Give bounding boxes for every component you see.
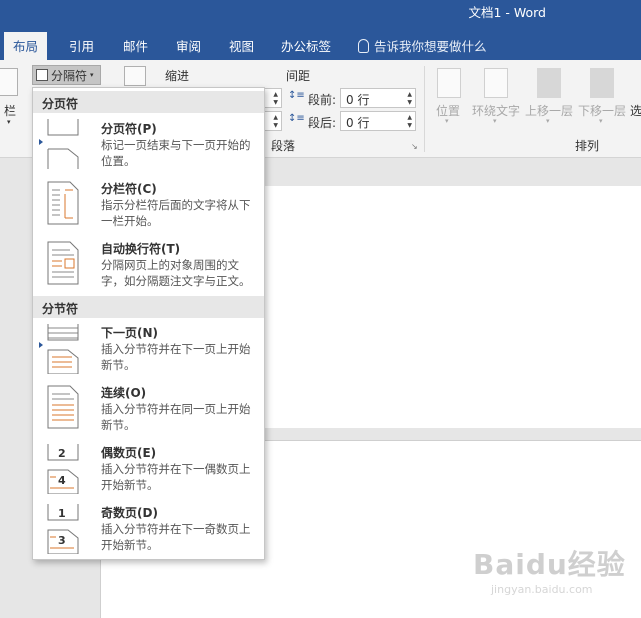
chevron-down-icon: ▾ [90,71,94,79]
indent-label: 缩进 [165,69,190,83]
columns-icon[interactable] [0,68,18,96]
space-before-label: 段前: [308,93,337,107]
menu-item-page-break[interactable]: 分页符(P) 标记一页结束与下一页开始的位置。 [33,115,264,175]
menu-item-title: 连续(O) [101,386,147,400]
breaks-label: 分隔符 [51,68,88,83]
menu-item-title: 分页符(P) [101,122,157,136]
menu-item-title: 偶数页(E) [101,446,157,460]
text-wrapping-icon [47,241,79,285]
menu-item-description: 插入分节符并在下一页上开始新节。 [101,342,251,372]
position-icon[interactable] [437,68,461,98]
send-backward-icon[interactable] [590,68,614,98]
tab-layout[interactable]: 布局 [4,32,48,60]
space-after-input[interactable]: 0 行 ▲ ▼ [340,111,416,131]
chevron-down-icon: ▾ [599,117,603,125]
breaks-icon [36,69,48,81]
arrange-group-label: 排列 [575,139,600,153]
menu-item-odd-page[interactable]: 1 3 奇数页(D) 插入分节符并在下一奇数页上开始新节。 [33,500,264,560]
odd-page-icon: 1 3 [47,504,79,554]
column-break-icon [47,181,79,225]
space-before-input[interactable]: 0 行 ▲ ▼ [340,88,416,108]
line-numbers-icon[interactable] [124,66,146,86]
tell-me-box[interactable]: 告诉我你想要做什么 [358,36,487,55]
even-page-icon: 2 4 [47,444,79,494]
lightbulb-icon [358,38,369,53]
section-breaks-header: 分节符 [33,296,264,318]
ribbon-tab-row: 布局 引用 邮件 审阅 视图 办公标签 告诉我你想要做什么 [0,28,641,60]
chevron-down-icon: ▾ [7,118,11,126]
page-break-icon [47,119,79,169]
svg-text:3: 3 [58,534,66,547]
chevron-down-icon: ▾ [493,117,497,125]
menu-item-title: 分栏符(C) [101,182,157,196]
chevron-down-icon: ▾ [546,117,550,125]
watermark-text: Baidu经验 [473,548,626,581]
menu-item-title: 奇数页(D) [101,506,158,520]
space-after-value: 0 行 [346,116,370,130]
down-arrow-icon[interactable]: ▼ [407,122,412,129]
tab-mailings[interactable]: 邮件 [123,36,148,55]
continuous-icon [47,385,79,429]
paragraph-group-label: 段落 [271,139,296,153]
tab-review[interactable]: 审阅 [176,36,201,55]
bring-forward-icon[interactable] [537,68,561,98]
wrap-text-icon[interactable] [484,68,508,98]
menu-item-text-wrapping[interactable]: 自动换行符(T) 分隔网页上的对象周围的文字，如分隔题注文字与正文。 [33,235,264,295]
dialog-launcher-icon[interactable]: ↘ [411,142,418,151]
menu-item-column-break[interactable]: 分栏符(C) 指示分栏符后面的文字将从下一栏开始。 [33,175,264,235]
menu-item-description: 插入分节符并在下一奇数页上开始新节。 [101,522,251,552]
breaks-button[interactable]: 分隔符 ▾ [32,65,101,85]
tab-view[interactable]: 视图 [229,36,254,55]
svg-text:2: 2 [58,447,66,460]
up-arrow-icon[interactable]: ▲ [407,91,412,98]
columns-label[interactable]: 栏 [4,102,16,119]
marker-arrow-icon [39,139,43,145]
up-arrow-icon[interactable]: ▲ [407,114,412,121]
marker-arrow-icon [39,342,43,348]
menu-item-description: 插入分节符并在同一页上开始新节。 [101,402,251,432]
menu-item-description: 标记一页结束与下一页开始的位置。 [101,138,251,168]
svg-text:1: 1 [58,507,66,520]
space-before-value: 0 行 [346,93,370,107]
tab-office-tab[interactable]: 办公标签 [281,36,331,55]
down-arrow-icon[interactable]: ▼ [407,99,412,106]
menu-item-even-page[interactable]: 2 4 偶数页(E) 插入分节符并在下一偶数页上开始新节。 [33,440,264,500]
group-divider [424,66,425,152]
page-breaks-header: 分页符 [33,91,264,113]
svg-text:4: 4 [58,474,66,487]
menu-item-title: 下一页(N) [101,326,159,340]
menu-item-next-page[interactable]: 下一页(N) 插入分节符并在下一页上开始新节。 [33,320,264,380]
selection-pane-label[interactable]: 选 [630,102,641,119]
tab-references[interactable]: 引用 [69,36,94,55]
tell-me-text: 告诉我你想要做什么 [374,39,487,54]
title-bar: 文档1 - Word [0,0,641,28]
menu-item-description: 指示分栏符后面的文字将从下一栏开始。 [101,198,251,228]
next-page-icon [47,324,79,374]
menu-item-description: 分隔网页上的对象周围的文字，如分隔题注文字与正文。 [101,258,251,288]
space-after-label: 段后: [308,116,337,130]
breaks-dropdown-menu: 分页符 分页符(P) 标记一页结束与下一页开始的位置。 分栏符(C) 指示分栏符… [32,87,265,560]
menu-item-description: 插入分节符并在下一偶数页上开始新节。 [101,462,251,492]
space-after-icon: ↕≡ [288,113,305,124]
watermark: Baidu经验 jingyan.baidu.com [473,543,626,596]
space-before-icon: ↕≡ [288,90,305,101]
window-title: 文档1 - Word [468,5,546,20]
menu-item-title: 自动换行符(T) [101,242,181,256]
menu-item-continuous[interactable]: 连续(O) 插入分节符并在同一页上开始新节。 [33,380,264,440]
spacing-label: 间距 [286,69,311,83]
watermark-url: jingyan.baidu.com [491,583,593,596]
chevron-down-icon: ▾ [445,117,449,125]
